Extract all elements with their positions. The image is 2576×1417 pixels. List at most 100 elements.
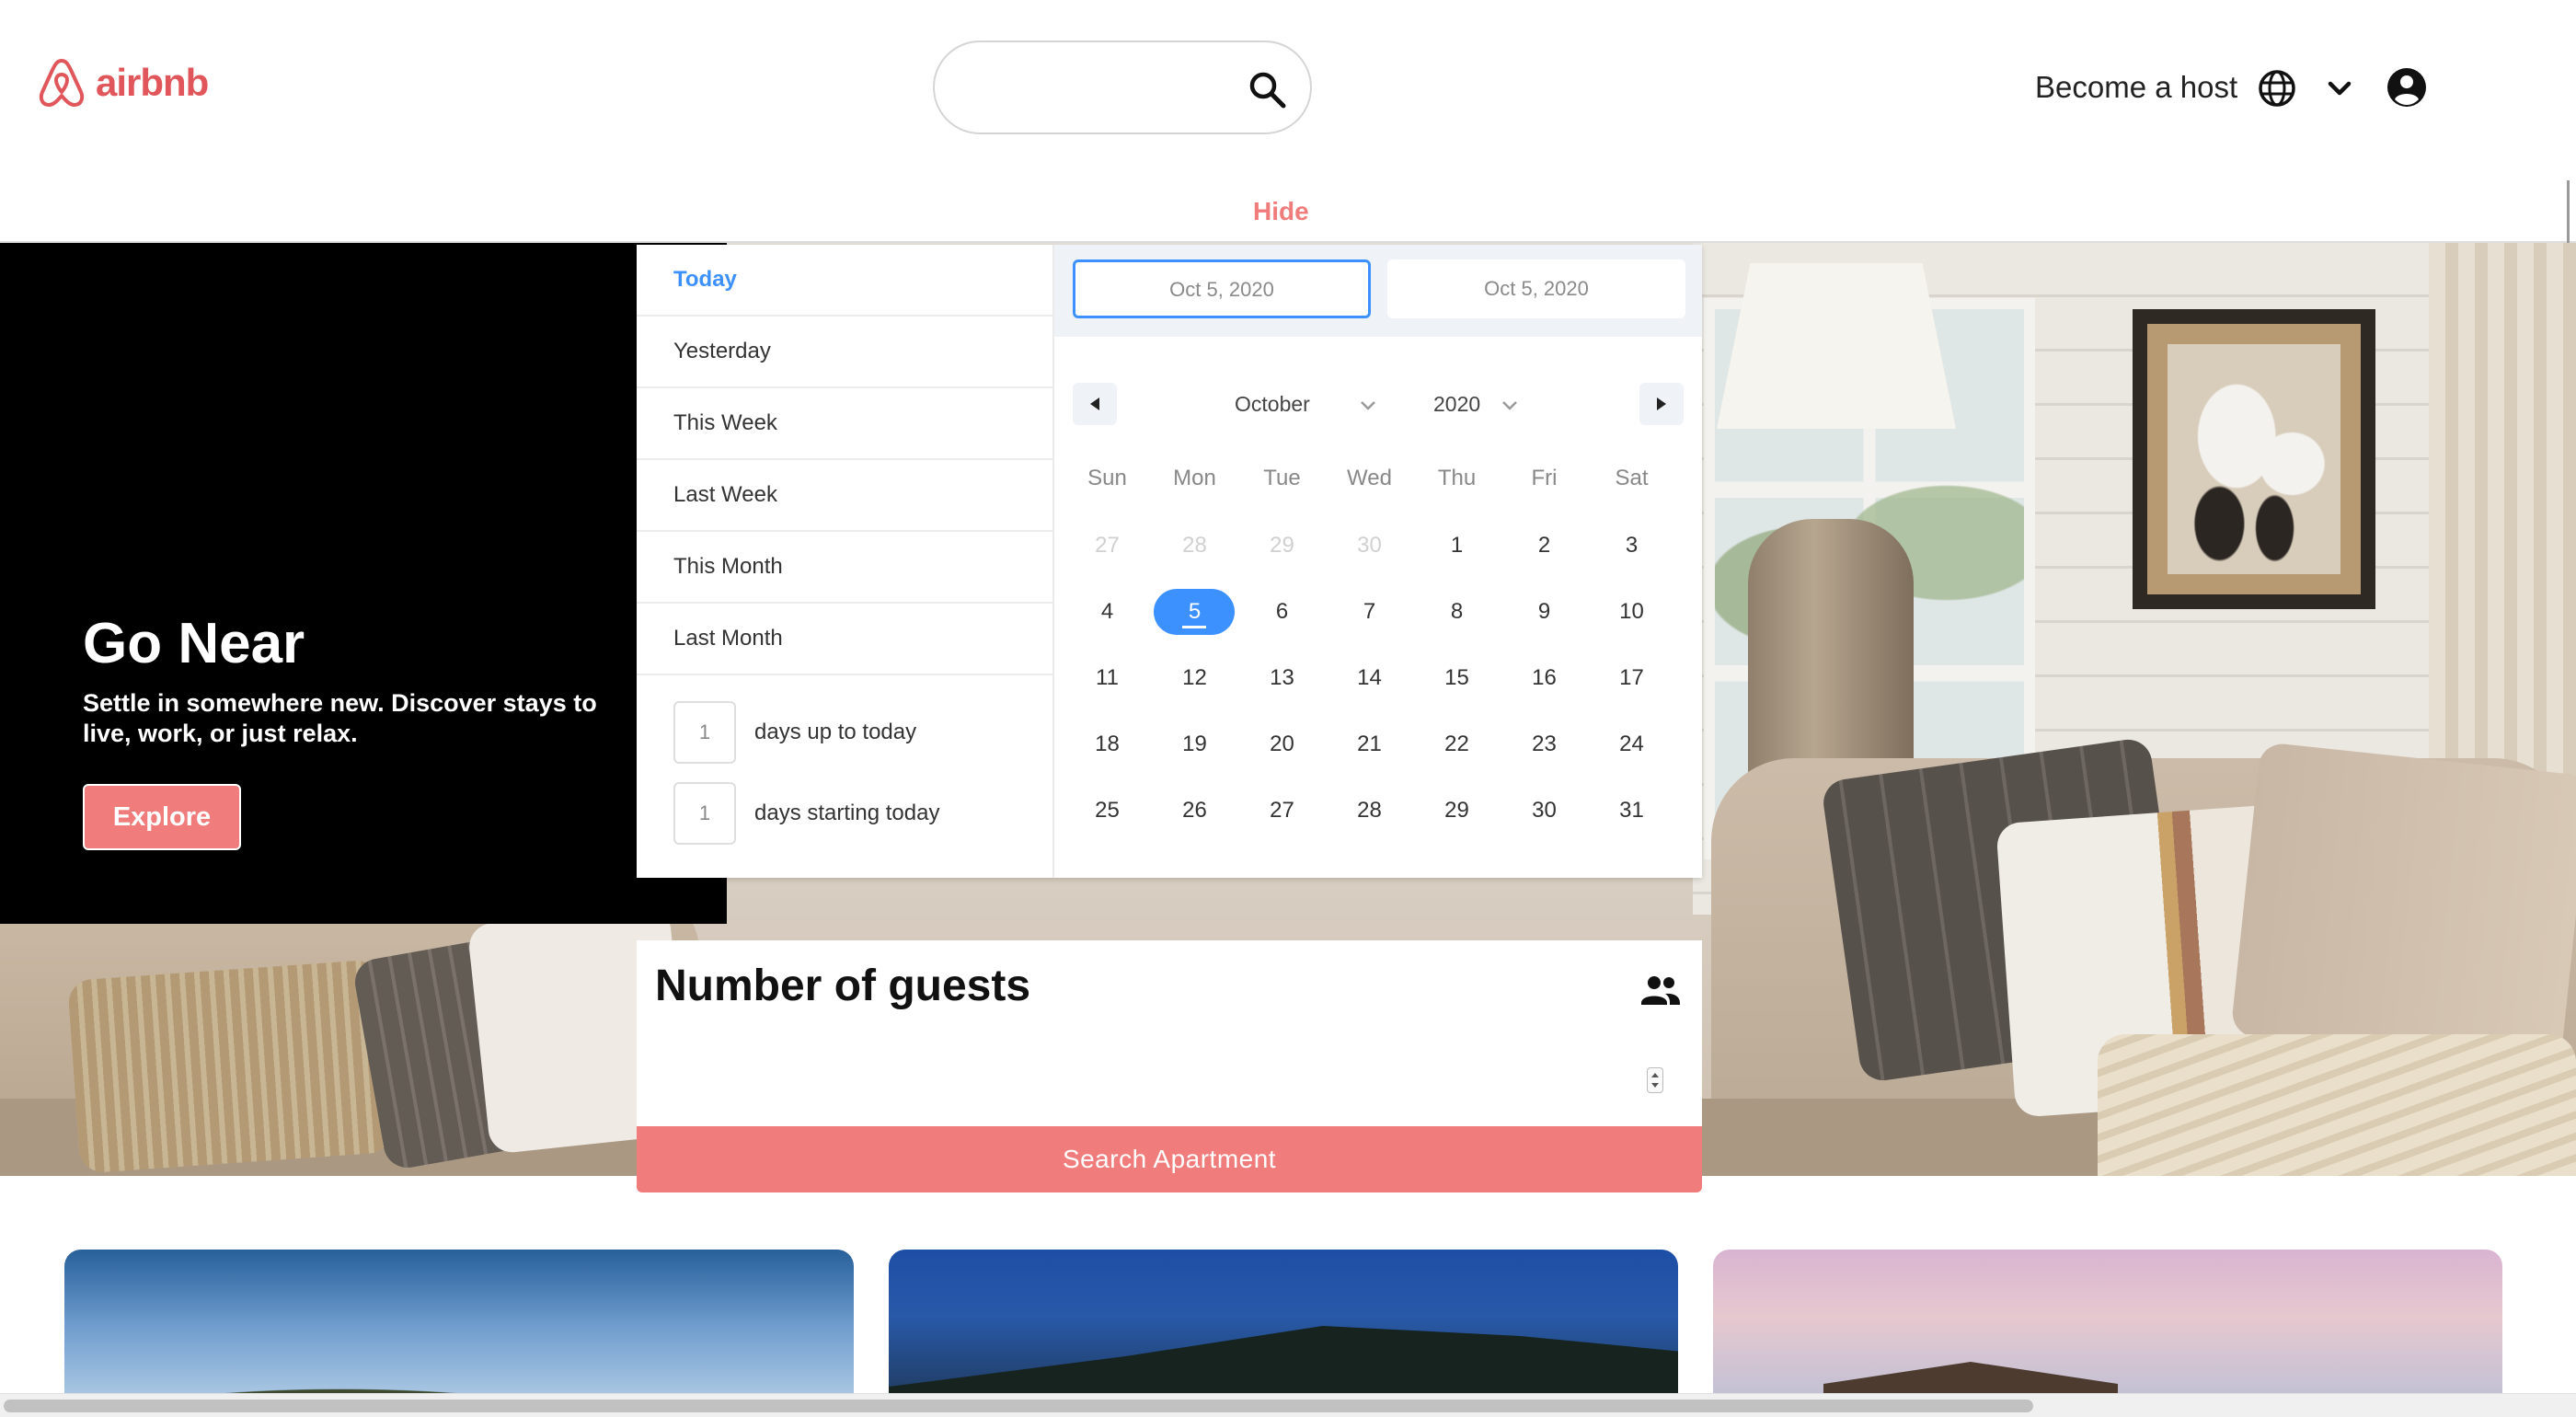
calendar-day[interactable]: 19 xyxy=(1151,721,1238,767)
calendar-day[interactable]: 2 xyxy=(1501,523,1588,569)
calendar-day-number: 7 xyxy=(1363,599,1376,624)
calendar-day-number: 26 xyxy=(1182,798,1207,823)
calendar-day-number: 21 xyxy=(1357,732,1382,756)
hero-lamp-shade xyxy=(1717,263,1956,429)
listing-card[interactable] xyxy=(1713,1250,2502,1417)
range-yesterday[interactable]: Yesterday xyxy=(637,317,1054,388)
calendar-day[interactable]: 9 xyxy=(1501,589,1588,635)
input-range-up-to-today: 1 days up to today xyxy=(673,701,1041,764)
calendar-day[interactable]: 31 xyxy=(1588,788,1675,834)
logo-text: airbnb xyxy=(96,61,209,104)
date-display: Oct 5, 2020 Oct 5, 2020 xyxy=(1054,245,1702,337)
calendar-day[interactable]: 17 xyxy=(1588,655,1675,701)
weekday-label: Thu xyxy=(1437,466,1477,490)
calendar-day[interactable]: 11 xyxy=(1064,655,1151,701)
hide-toggle-link[interactable]: Hide xyxy=(1253,197,1309,226)
prev-month-button[interactable] xyxy=(1073,383,1117,425)
explore-button[interactable]: Explore xyxy=(83,784,241,850)
weekday-label: Wed xyxy=(1347,466,1392,490)
calendar-day[interactable]: 16 xyxy=(1501,655,1588,701)
calendar-day-number: 8 xyxy=(1450,599,1464,624)
start-date-field[interactable]: Oct 5, 2020 xyxy=(1073,259,1371,318)
calendar-day-number: 25 xyxy=(1095,798,1120,823)
arrow-left-icon xyxy=(1090,397,1099,410)
horizontal-scrollbar[interactable] xyxy=(0,1393,2576,1417)
calendar-day[interactable]: 4 xyxy=(1064,589,1151,635)
calendar-day[interactable]: 1 xyxy=(1413,523,1501,569)
calendar-day-number: 24 xyxy=(1619,732,1644,756)
calendar-day[interactable]: 21 xyxy=(1326,721,1413,767)
calendar-day[interactable]: 30 xyxy=(1326,523,1413,569)
calendar-day[interactable]: 12 xyxy=(1151,655,1238,701)
calendar-day[interactable]: 20 xyxy=(1238,721,1326,767)
calendar-day[interactable]: 28 xyxy=(1151,523,1238,569)
calendar-day[interactable]: 14 xyxy=(1326,655,1413,701)
weekday-label: Sun xyxy=(1087,466,1127,490)
promo-subtitle: Settle in somewhere new. Discover stays … xyxy=(83,689,597,747)
calendar-day[interactable]: 29 xyxy=(1413,788,1501,834)
input-range-starting-today: 1 days starting today xyxy=(673,782,1041,845)
year-select[interactable]: 2020 xyxy=(1433,392,1480,417)
range-this-month[interactable]: This Month xyxy=(637,532,1054,604)
end-date-field[interactable]: Oct 5, 2020 xyxy=(1387,259,1685,318)
calendar-day[interactable]: 13 xyxy=(1238,655,1326,701)
calendar-day[interactable]: 28 xyxy=(1326,788,1413,834)
static-ranges: Today Yesterday This Week Last Week This… xyxy=(637,245,1054,878)
calendar-day[interactable]: 26 xyxy=(1151,788,1238,834)
calendar-day-number: 2 xyxy=(1537,533,1551,558)
search-input[interactable] xyxy=(962,64,1238,112)
hero-pillow xyxy=(2230,742,2576,1069)
calendar-day[interactable]: 29 xyxy=(1238,523,1326,569)
scrollbar-thumb[interactable] xyxy=(4,1400,2033,1412)
search-bar[interactable] xyxy=(933,40,1312,134)
calendar-day[interactable]: 27 xyxy=(1064,523,1151,569)
calendar-day[interactable]: 23 xyxy=(1501,721,1588,767)
calendar-day[interactable]: 24 xyxy=(1588,721,1675,767)
search-apartment-button[interactable]: Search Apartment xyxy=(637,1126,1702,1192)
promo-panel: Go Near Settle in somewhere new. Discove… xyxy=(0,243,727,924)
hero-frame-art xyxy=(2168,344,2340,574)
range-today[interactable]: Today xyxy=(637,245,1054,317)
calendar-day-number: 20 xyxy=(1270,732,1294,756)
calendar-day-number: 29 xyxy=(1270,533,1294,558)
calendar-day-selected[interactable]: 5 xyxy=(1151,589,1238,635)
chevron-down-icon xyxy=(1361,401,1375,410)
calendar-day-number: 12 xyxy=(1182,665,1207,690)
calendar-day[interactable]: 22 xyxy=(1413,721,1501,767)
account-circle-icon[interactable] xyxy=(2386,66,2428,109)
calendar-day[interactable]: 27 xyxy=(1238,788,1326,834)
calendar-day[interactable]: 18 xyxy=(1064,721,1151,767)
airbnb-logo-icon xyxy=(39,59,85,107)
guests-input[interactable] xyxy=(655,1051,1676,1106)
chevron-down-icon[interactable] xyxy=(2324,74,2355,105)
calendar-day-number: 27 xyxy=(1270,798,1294,823)
range-this-week[interactable]: This Week xyxy=(637,388,1054,460)
calendar-day[interactable]: 10 xyxy=(1588,589,1675,635)
people-icon xyxy=(1641,976,1680,1005)
calendar-day[interactable]: 6 xyxy=(1238,589,1326,635)
guests-stepper[interactable] xyxy=(1647,1067,1663,1093)
scroll-edge xyxy=(2567,180,2570,243)
chevron-down-icon xyxy=(1502,401,1517,410)
calendar-day-number: 18 xyxy=(1095,732,1120,756)
listing-card[interactable] xyxy=(64,1250,854,1417)
calendar-day[interactable]: 8 xyxy=(1413,589,1501,635)
calendar-day[interactable]: 15 xyxy=(1413,655,1501,701)
weekday-label: Sat xyxy=(1615,466,1649,490)
listing-card[interactable] xyxy=(889,1250,1678,1417)
calendar-day[interactable]: 30 xyxy=(1501,788,1588,834)
calendar-day[interactable]: 25 xyxy=(1064,788,1151,834)
month-select[interactable]: October xyxy=(1235,392,1310,417)
days-up-to-today-input[interactable]: 1 xyxy=(673,701,736,764)
calendar-day[interactable]: 7 xyxy=(1326,589,1413,635)
globe-icon[interactable] xyxy=(2257,68,2297,109)
arrow-right-icon xyxy=(1657,397,1666,410)
become-host-link[interactable]: Become a host xyxy=(2035,70,2237,105)
calendar-day[interactable]: 3 xyxy=(1588,523,1675,569)
airbnb-logo[interactable]: airbnb xyxy=(37,55,209,110)
next-month-button[interactable] xyxy=(1639,383,1684,425)
days-starting-today-input[interactable]: 1 xyxy=(673,782,736,845)
range-last-month[interactable]: Last Month xyxy=(637,604,1054,675)
range-last-week[interactable]: Last Week xyxy=(637,460,1054,532)
search-icon[interactable] xyxy=(1246,68,1288,110)
